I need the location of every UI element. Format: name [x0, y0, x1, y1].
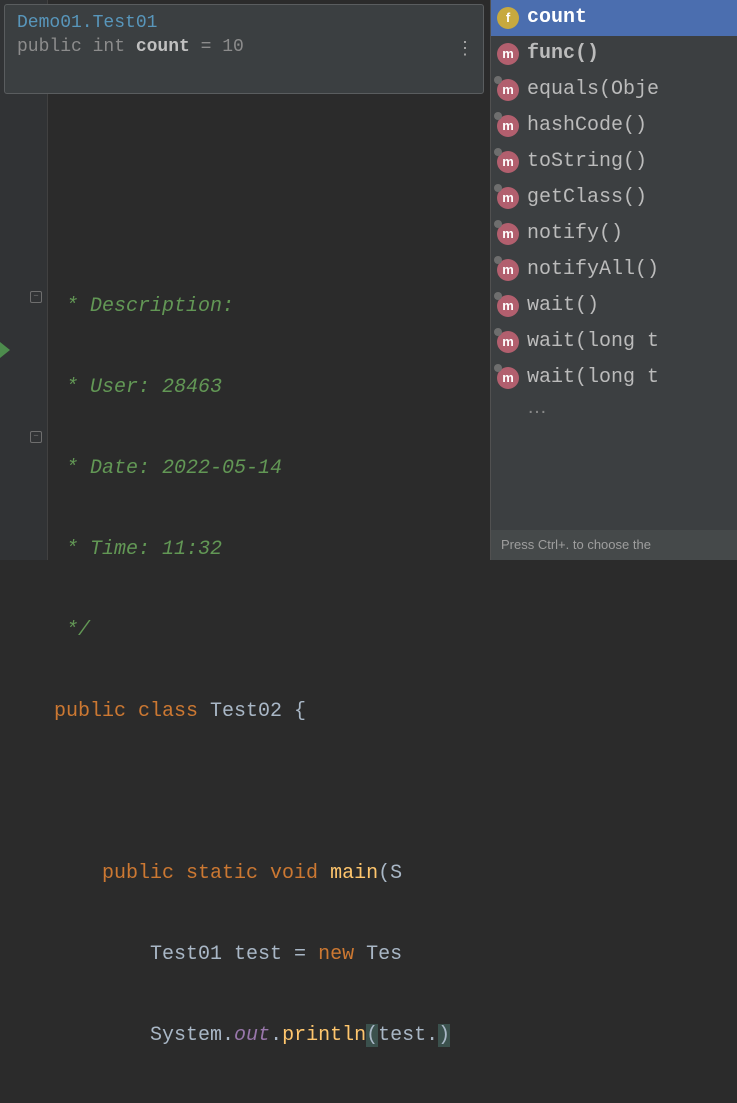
- javadoc-line: * User: 28463: [54, 370, 450, 405]
- completion-item[interactable]: fcount: [491, 0, 737, 36]
- completion-item[interactable]: m equals(Obje: [491, 72, 737, 108]
- fold-toggle[interactable]: –: [30, 431, 42, 443]
- completion-item-label: notifyAll(): [527, 252, 659, 288]
- method-icon: m: [497, 115, 519, 137]
- completion-item-label: wait(long t: [527, 324, 659, 360]
- completion-item[interactable]: m notifyAll(): [491, 252, 737, 288]
- method-icon: m: [497, 223, 519, 245]
- javadoc-line: * Time: 11:32: [54, 532, 450, 567]
- more-actions-icon[interactable]: ⋮: [456, 38, 473, 60]
- completion-item[interactable]: m notify(): [491, 216, 737, 252]
- method-icon: m: [497, 259, 519, 281]
- quick-doc-signature: public int count = 10: [17, 37, 471, 57]
- completion-popup[interactable]: fcountmfunc()mequals(ObjemhashCode()mtoS…: [490, 0, 737, 560]
- completion-item-label: equals(Obje: [527, 72, 659, 108]
- method-icon: m: [497, 295, 519, 317]
- javadoc-line: * Date: 2022-05-14: [54, 451, 450, 486]
- completion-item[interactable]: m wait(): [491, 288, 737, 324]
- completion-item-label: hashCode(): [527, 108, 647, 144]
- completion-item-label: wait(long t: [527, 360, 659, 396]
- completion-item[interactable]: m wait(long t: [491, 360, 737, 396]
- completion-item[interactable]: m wait(long t: [491, 324, 737, 360]
- var-decl-line: Test01 test = new Tes: [54, 937, 450, 972]
- completion-item[interactable]: m func(): [491, 36, 737, 72]
- fold-toggle[interactable]: –: [30, 291, 42, 303]
- completion-item-label: func(): [527, 36, 599, 72]
- field-icon: f: [497, 7, 519, 29]
- quick-doc-popup[interactable]: Demo01.Test01 public int count = 10 ⋮: [4, 4, 484, 94]
- code-editor[interactable]: * Description: * User: 28463 * Date: 202…: [54, 0, 450, 1076]
- method-icon: m: [497, 43, 519, 65]
- completion-item-label: getClass(): [527, 180, 647, 216]
- method-icon: m: [497, 151, 519, 173]
- completion-item-label: count: [527, 0, 587, 36]
- javadoc-close: */: [54, 613, 450, 648]
- completion-item[interactable]: m getClass(): [491, 180, 737, 216]
- method-icon: m: [497, 331, 519, 353]
- completion-item-label: toString(): [527, 144, 647, 180]
- quick-doc-title: Demo01.Test01: [17, 13, 471, 33]
- breakpoint-indicator: [0, 342, 10, 358]
- method-icon: m: [497, 187, 519, 209]
- completion-list[interactable]: fcountmfunc()mequals(ObjemhashCode()mtoS…: [491, 0, 737, 396]
- class-decl-line: public class Test02 {: [54, 694, 450, 729]
- completion-item-label: notify(): [527, 216, 623, 252]
- completion-more-indicator: …: [491, 396, 737, 418]
- javadoc-line: * Description:: [54, 289, 450, 324]
- method-icon: m: [497, 367, 519, 389]
- print-line: System.out.println(test.): [54, 1018, 450, 1053]
- completion-hint: Press Ctrl+. to choose the: [491, 530, 737, 560]
- completion-item-label: wait(): [527, 288, 599, 324]
- completion-item[interactable]: m toString(): [491, 144, 737, 180]
- method-icon: m: [497, 79, 519, 101]
- completion-item[interactable]: m hashCode(): [491, 108, 737, 144]
- method-decl-line: public static void main(S: [54, 856, 450, 891]
